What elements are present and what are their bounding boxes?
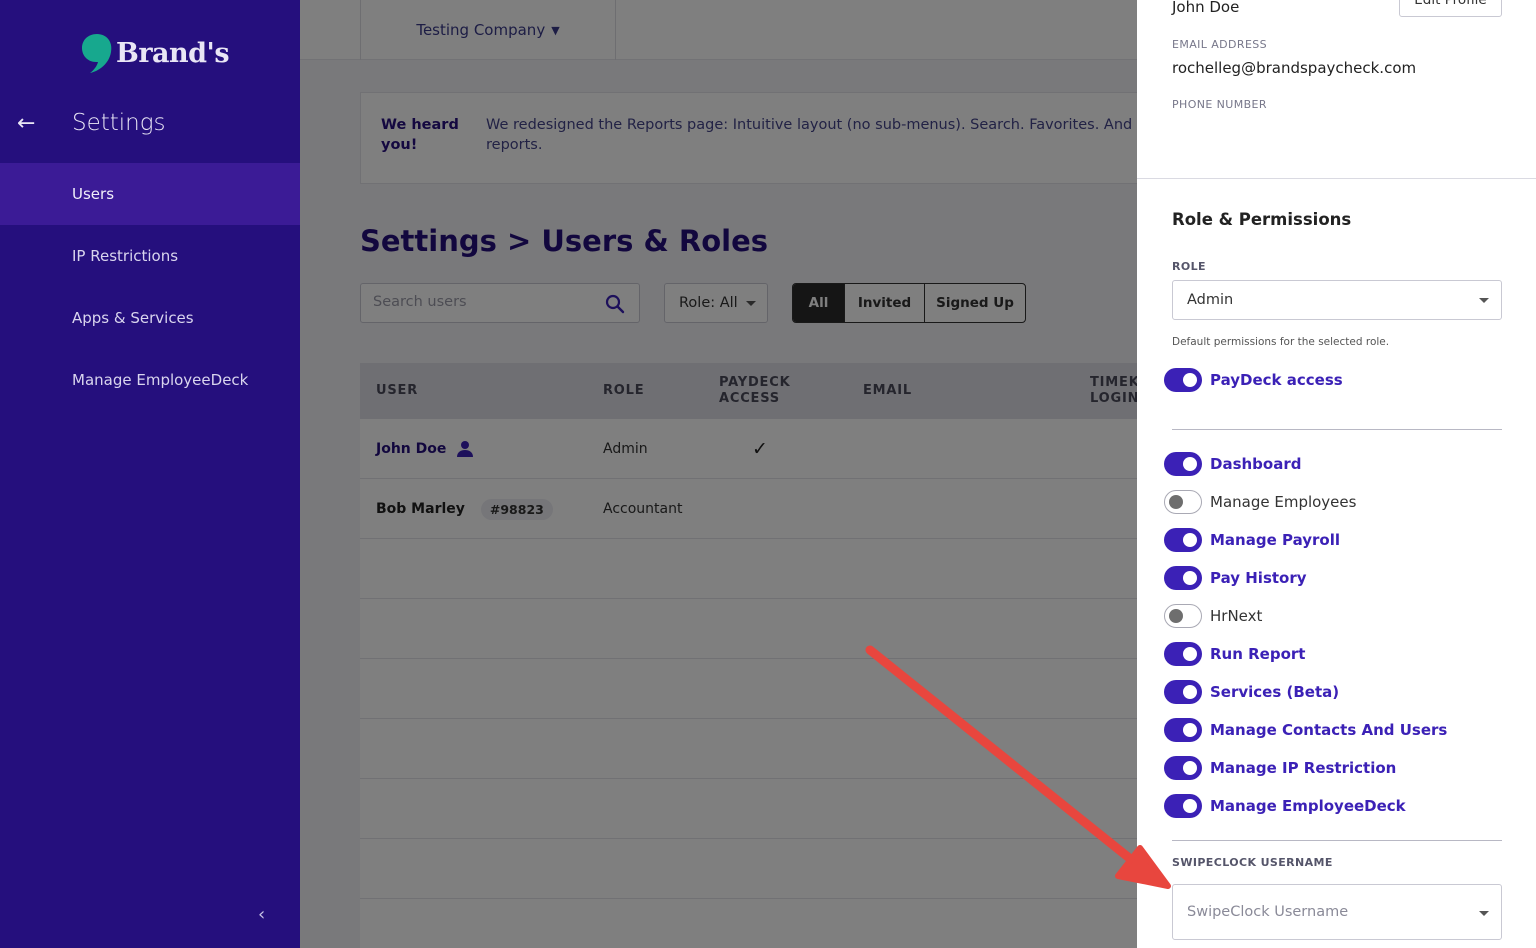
sidebar-item-users[interactable]: Users bbox=[0, 163, 300, 225]
permission-run-report[interactable]: Run Report bbox=[1164, 641, 1305, 667]
permission-label: Pay History bbox=[1210, 569, 1307, 587]
toggle-knob bbox=[1183, 799, 1197, 813]
role-label: ROLE bbox=[1172, 260, 1206, 273]
swipeclock-username-select[interactable]: SwipeClock Username bbox=[1172, 884, 1502, 940]
permission-manage-employeedeck[interactable]: Manage EmployeeDeck bbox=[1164, 793, 1406, 819]
role-select-value: Admin bbox=[1187, 292, 1234, 308]
collapse-chevron-icon[interactable]: ‹ bbox=[258, 904, 265, 925]
edit-profile-button[interactable]: Edit Profile bbox=[1399, 0, 1502, 17]
sidebar-item-manage-employeedeck[interactable]: Manage EmployeeDeck bbox=[0, 349, 300, 411]
paydeck-access-toggle-row[interactable]: PayDeck access bbox=[1164, 367, 1343, 393]
divider bbox=[1172, 840, 1502, 841]
caret-down-icon bbox=[1479, 911, 1489, 916]
brand-logo-mark-icon bbox=[82, 34, 112, 73]
paydeck-access-label: PayDeck access bbox=[1210, 371, 1343, 389]
toggle-knob bbox=[1183, 457, 1197, 471]
swipeclock-placeholder: SwipeClock Username bbox=[1187, 904, 1349, 920]
section-divider bbox=[1137, 178, 1536, 179]
permission-services-beta[interactable]: Services (Beta) bbox=[1164, 679, 1339, 705]
permission-toggle[interactable] bbox=[1164, 642, 1202, 666]
permission-manage-employees[interactable]: Manage Employees bbox=[1164, 489, 1356, 515]
permission-label: Manage Employees bbox=[1210, 493, 1357, 511]
caret-down-icon bbox=[1479, 298, 1489, 303]
permission-label: Manage EmployeeDeck bbox=[1210, 797, 1406, 815]
permission-manage-payroll[interactable]: Manage Payroll bbox=[1164, 527, 1340, 553]
toggle-knob bbox=[1183, 647, 1197, 661]
permission-label: HrNext bbox=[1210, 607, 1263, 625]
permission-hrnext[interactable]: HrNext bbox=[1164, 603, 1262, 629]
toggle-knob bbox=[1169, 494, 1183, 509]
toggle-knob bbox=[1169, 608, 1183, 623]
swipeclock-label: SWIPECLOCK USERNAME bbox=[1172, 856, 1333, 869]
permission-label: Manage Contacts And Users bbox=[1210, 721, 1448, 739]
role-select[interactable]: Admin bbox=[1172, 280, 1502, 320]
sidebar-item-ip-restrictions[interactable]: IP Restrictions bbox=[0, 225, 300, 287]
role-hint: Default permissions for the selected rol… bbox=[1172, 336, 1390, 348]
user-full-name: John Doe bbox=[1172, 0, 1240, 16]
sidebar-item-apps-services[interactable]: Apps & Services bbox=[0, 287, 300, 349]
phone-label: PHONE NUMBER bbox=[1172, 98, 1267, 111]
permission-manage-ip-restriction[interactable]: Manage IP Restriction bbox=[1164, 755, 1396, 781]
sidebar: Brand's ← Settings Users IP Restrictions… bbox=[0, 0, 300, 948]
toggle-knob bbox=[1183, 571, 1197, 585]
user-detail-panel: John Doe Edit Profile EMAIL ADDRESS roch… bbox=[1137, 0, 1536, 948]
permission-pay-history[interactable]: Pay History bbox=[1164, 565, 1307, 591]
back-arrow-icon[interactable]: ← bbox=[17, 112, 41, 136]
sidebar-title: Settings bbox=[72, 110, 166, 136]
permission-toggle[interactable] bbox=[1164, 680, 1202, 704]
permission-toggle[interactable] bbox=[1164, 794, 1202, 818]
permission-toggle[interactable] bbox=[1164, 756, 1202, 780]
toggle-knob bbox=[1183, 761, 1197, 775]
modal-backdrop[interactable] bbox=[300, 0, 1137, 948]
toggle-knob bbox=[1183, 685, 1197, 699]
permission-manage-contacts-users[interactable]: Manage Contacts And Users bbox=[1164, 717, 1447, 743]
permission-dashboard[interactable]: Dashboard bbox=[1164, 451, 1301, 477]
toggle-knob bbox=[1183, 373, 1197, 387]
email-label: EMAIL ADDRESS bbox=[1172, 38, 1268, 51]
permission-label: Services (Beta) bbox=[1210, 683, 1340, 701]
permission-label: Manage Payroll bbox=[1210, 531, 1340, 549]
permission-toggle[interactable] bbox=[1164, 718, 1202, 742]
paydeck-access-toggle[interactable] bbox=[1164, 368, 1202, 392]
permission-label: Dashboard bbox=[1210, 455, 1302, 473]
permission-toggle[interactable] bbox=[1164, 528, 1202, 552]
toggle-knob bbox=[1183, 533, 1197, 547]
section-title: Role & Permissions bbox=[1172, 210, 1352, 229]
email-value: rochelleg@brandspaycheck.com bbox=[1172, 59, 1417, 77]
permission-toggle[interactable] bbox=[1164, 452, 1202, 476]
permission-toggle[interactable] bbox=[1164, 490, 1202, 514]
brand-logo[interactable]: Brand's bbox=[80, 32, 230, 74]
permission-toggle[interactable] bbox=[1164, 566, 1202, 590]
permission-toggle[interactable] bbox=[1164, 604, 1202, 628]
permission-label: Run Report bbox=[1210, 645, 1306, 663]
brand-logo-text: Brand's bbox=[116, 37, 230, 69]
permission-label: Manage IP Restriction bbox=[1210, 759, 1397, 777]
divider bbox=[1172, 429, 1502, 430]
toggle-knob bbox=[1183, 723, 1197, 737]
